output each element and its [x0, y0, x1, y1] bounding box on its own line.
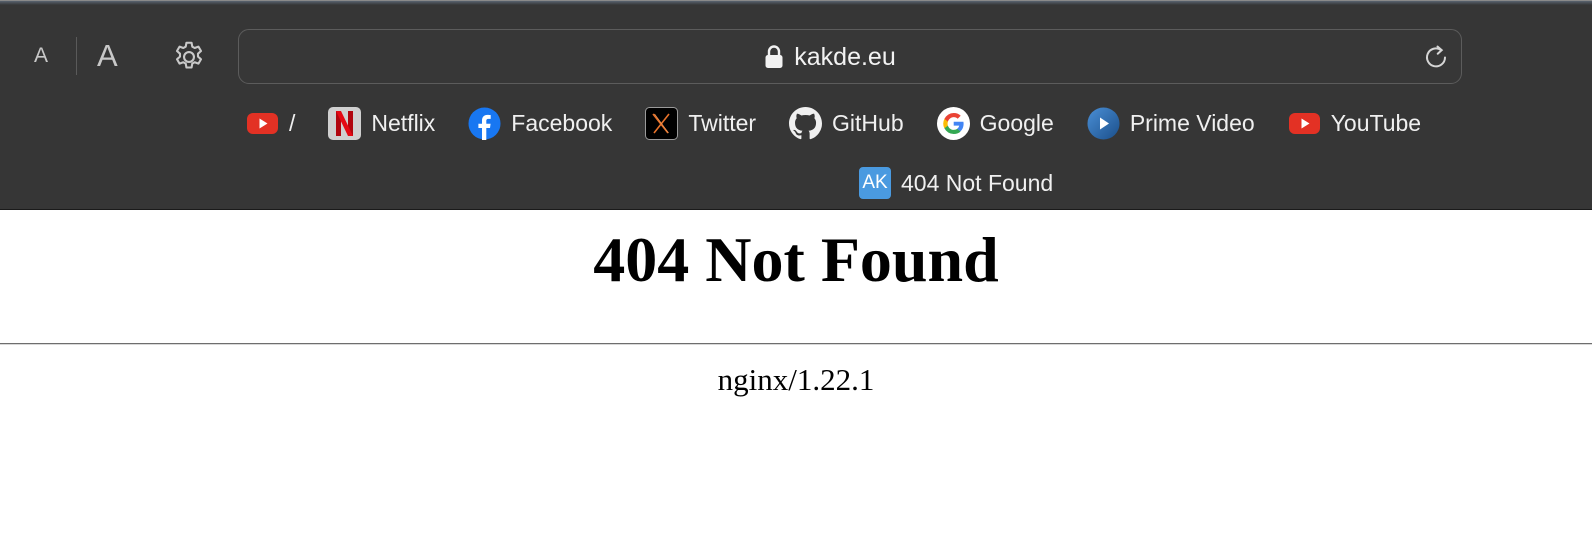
favorites-bar-row-2: AK 404 Not Found — [859, 166, 1053, 200]
favorite-twitter[interactable]: Twitter — [645, 105, 756, 141]
favorite-label: Prime Video — [1129, 110, 1255, 136]
favorite-google[interactable]: Google — [936, 105, 1054, 141]
netflix-icon — [328, 106, 362, 140]
favorite-404-not-found[interactable]: AK 404 Not Found — [859, 165, 1053, 201]
google-icon — [936, 106, 970, 140]
youtube-icon — [246, 107, 279, 140]
facebook-icon — [468, 107, 501, 140]
favorite-youtube-root[interactable]: / — [246, 105, 295, 141]
favorite-youtube[interactable]: YouTube — [1288, 105, 1421, 141]
favorites-bar: / Netflix Facebook Twitter GitHub Google… — [246, 105, 1454, 141]
text-larger-button[interactable]: A — [97, 38, 118, 74]
favorite-label: / — [289, 110, 296, 136]
favorite-github[interactable]: GitHub — [789, 105, 904, 141]
favorite-netflix[interactable]: Netflix — [328, 105, 435, 141]
favorite-label: 404 Not Found — [901, 170, 1054, 196]
browser-toolbar: A A kakde.eu / Netflix Facebook Twitter … — [0, 0, 1592, 210]
text-size-divider — [76, 37, 77, 75]
github-icon — [789, 106, 823, 140]
favorite-prime-video[interactable]: Prime Video — [1087, 105, 1255, 141]
lock-icon — [764, 44, 784, 70]
youtube-icon — [1288, 107, 1321, 140]
favorite-label: Twitter — [688, 110, 757, 136]
favorite-label: Netflix — [371, 110, 436, 136]
horizontal-rule — [0, 343, 1592, 345]
server-signature: nginx/1.22.1 — [717, 362, 875, 397]
text-smaller-button[interactable]: A — [34, 43, 48, 69]
favorite-label: Facebook — [511, 110, 613, 136]
ak-badge-icon: AK — [859, 167, 891, 199]
x-twitter-icon — [645, 106, 679, 140]
favorite-facebook[interactable]: Facebook — [468, 105, 612, 141]
page-heading: 404 Not Found — [593, 224, 999, 295]
reload-icon[interactable] — [1421, 42, 1451, 72]
url-text: kakde.eu — [794, 42, 896, 71]
gear-icon[interactable] — [171, 39, 207, 75]
address-bar[interactable]: kakde.eu — [238, 29, 1462, 84]
favorite-label: YouTube — [1330, 110, 1422, 136]
prime-video-icon — [1087, 107, 1120, 140]
favorite-label: Google — [979, 110, 1054, 136]
favorite-label: GitHub — [832, 110, 904, 136]
